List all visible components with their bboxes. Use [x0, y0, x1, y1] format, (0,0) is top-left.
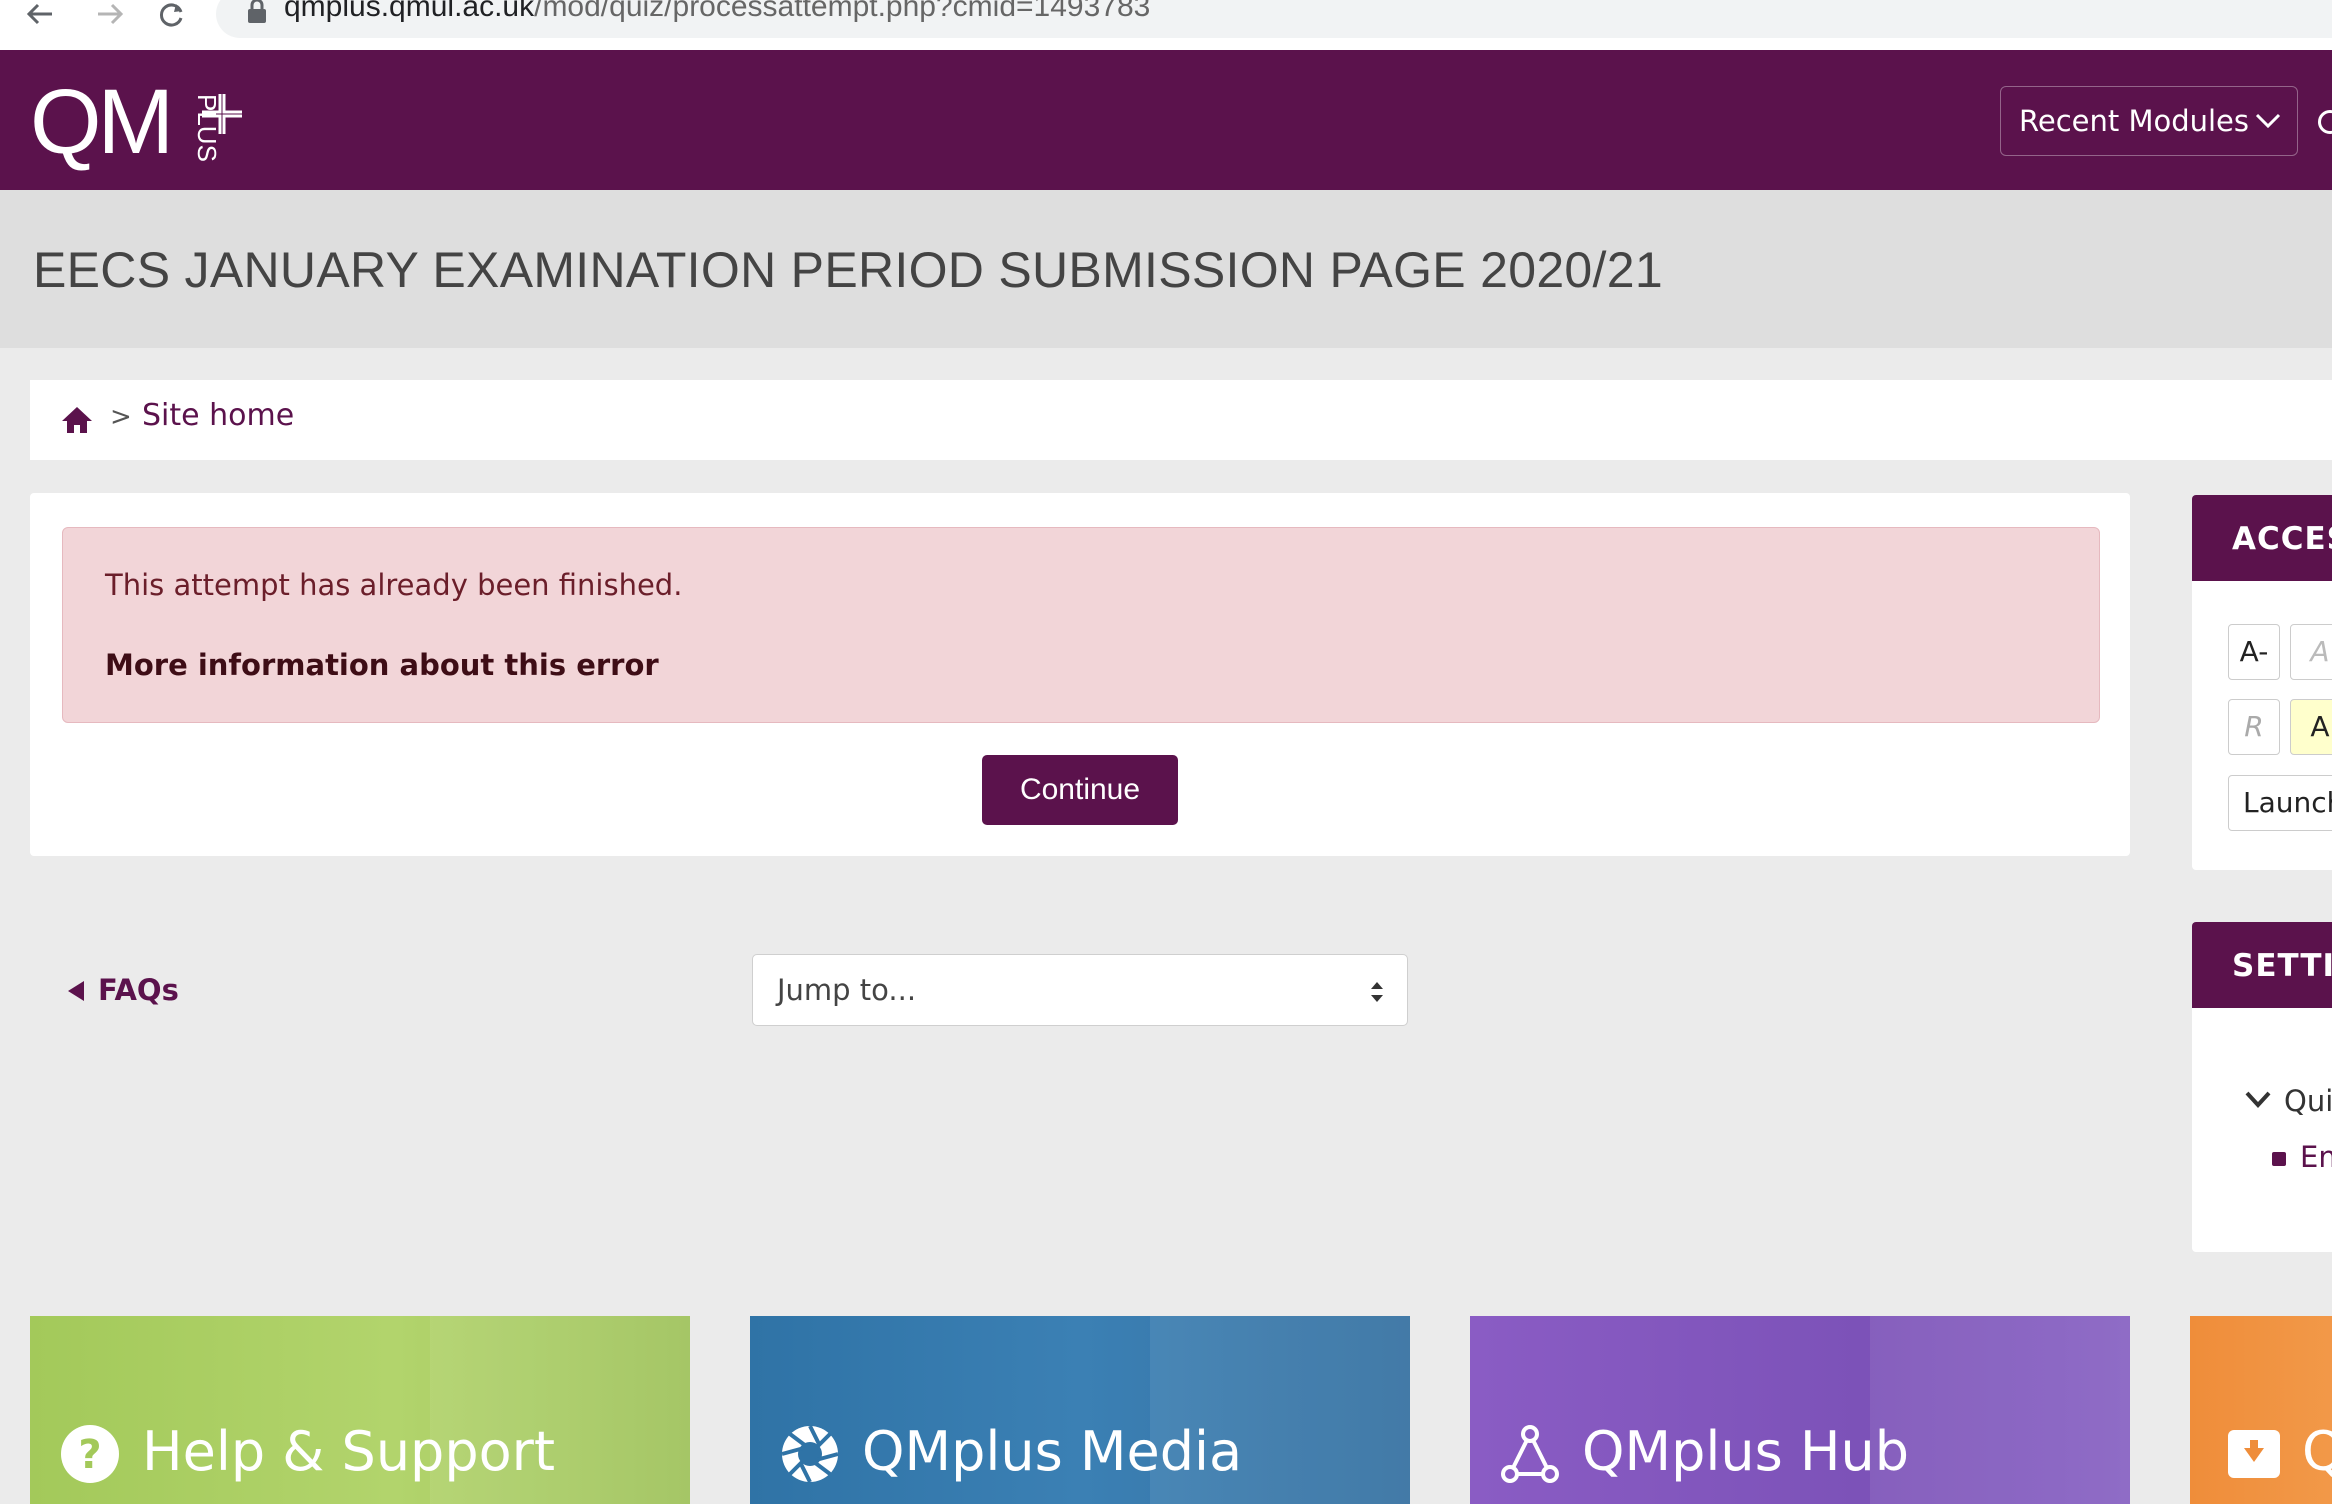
archive-icon — [2228, 1430, 2280, 1478]
breadcrumb-site-home[interactable]: Site home — [142, 398, 294, 433]
jump-to-placeholder: Jump to... — [777, 973, 917, 1007]
url-text: qmplus.qmul.ac.uk/mod/quiz/processattemp… — [284, 0, 1151, 23]
reset-colour-button[interactable]: R — [2228, 699, 2280, 755]
prev-activity-label: FAQs — [98, 973, 179, 1007]
page-title: EECS JANUARY EXAMINATION PERIOD SUBMISSI… — [33, 242, 1663, 298]
browser-toolbar: qmplus.qmul.ac.uk/mod/quiz/processattemp… — [0, 0, 2332, 50]
tile-qmplus-media[interactable]: QMplus Media — [750, 1316, 1410, 1504]
tile-label: QMplus Media — [862, 1420, 1243, 1483]
user-menu-icon[interactable] — [2318, 110, 2332, 134]
error-message: This attempt has already been finished. — [105, 568, 683, 602]
forward-arrow-icon[interactable] — [90, 0, 130, 30]
jump-to-select[interactable]: Jump to... — [752, 954, 1408, 1026]
tile-label: Help & Support — [142, 1420, 556, 1483]
accessibility-block-title: ACCES — [2232, 521, 2332, 557]
prev-activity-link[interactable]: FAQs — [98, 973, 179, 1007]
recent-modules-label: Recent Modules — [2019, 104, 2250, 138]
settings-tree-entry[interactable]: En — [2300, 1140, 2332, 1174]
network-icon — [1501, 1425, 1559, 1483]
continue-button[interactable]: Continue — [982, 755, 1178, 825]
tile-label: QMplus Hub — [1582, 1420, 1910, 1483]
yellow-colour-button[interactable]: A — [2290, 699, 2332, 755]
page-header: EECS JANUARY EXAMINATION PERIOD SUBMISSI… — [0, 190, 2332, 348]
tile-help-support[interactable]: ? Help & Support — [30, 1316, 690, 1504]
logo-subtext: PLUS — [192, 94, 222, 162]
address-bar[interactable]: qmplus.qmul.ac.uk/mod/quiz/processattemp… — [216, 0, 2332, 38]
home-icon[interactable] — [60, 405, 94, 435]
accessibility-block-header: ACCES — [2192, 495, 2332, 581]
error-alert: This attempt has already been finished. … — [62, 527, 2100, 723]
select-arrows-icon — [1371, 982, 1383, 1002]
settings-tree-quiz[interactable]: Qui — [2284, 1084, 2332, 1118]
reset-text-button[interactable]: A — [2290, 624, 2332, 680]
reload-icon[interactable] — [152, 0, 192, 30]
settings-block: SETTI Qui En — [2192, 922, 2332, 1252]
decrease-text-button[interactable]: A- — [2228, 624, 2280, 680]
logo-plus-mark: PLUS — [192, 94, 242, 162]
caret-left-icon — [68, 981, 84, 1001]
chevron-down-icon — [2255, 113, 2281, 129]
tile-label: Q — [2302, 1420, 2332, 1483]
logo-text: QM — [30, 71, 174, 173]
tree-bullet-icon — [2272, 1152, 2286, 1166]
tile-qmplus-hub[interactable]: QMplus Hub — [1470, 1316, 2130, 1504]
settings-block-title: SETTI — [2232, 948, 2332, 984]
more-info-link[interactable]: More information about this error — [105, 648, 659, 682]
tile-partial[interactable]: Q — [2190, 1316, 2332, 1504]
main-content: This attempt has already been finished. … — [30, 493, 2130, 856]
site-header: QM PLUS Recent Modules — [0, 50, 2332, 190]
qmplus-logo[interactable]: QM PLUS — [30, 70, 260, 170]
launch-atbar-button[interactable]: Launch — [2228, 775, 2332, 831]
back-arrow-icon[interactable] — [22, 0, 62, 30]
lock-icon — [248, 0, 266, 23]
settings-block-header: SETTI — [2192, 922, 2332, 1008]
svg-text:?: ? — [78, 1432, 101, 1478]
chevron-down-icon[interactable] — [2244, 1090, 2272, 1110]
breadcrumb: > Site home — [30, 380, 2332, 460]
breadcrumb-separator: > — [110, 402, 132, 432]
aperture-icon — [781, 1425, 839, 1483]
accessibility-block: ACCES A- A R A Launch — [2192, 495, 2332, 870]
question-circle-icon: ? — [61, 1425, 119, 1483]
recent-modules-button[interactable]: Recent Modules — [2000, 86, 2298, 156]
